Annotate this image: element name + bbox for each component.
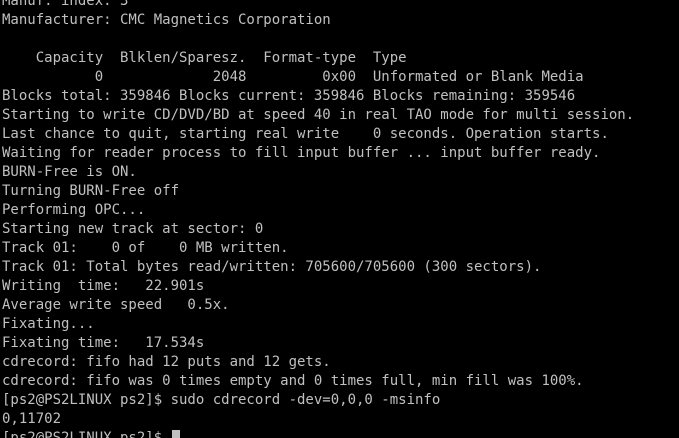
- output-line: Writing time: 22.901s: [2, 278, 205, 294]
- output-line: Capacity Blklen/Sparesz. Format-type Typ…: [2, 50, 407, 66]
- output-line: Fixating...: [2, 316, 95, 332]
- output-line: Average write speed 0.5x.: [2, 297, 230, 313]
- output-line: Track 01: 0 of 0 MB written.: [2, 240, 289, 256]
- output-line: BURN-Free is ON.: [2, 164, 137, 180]
- text-cursor: [171, 430, 180, 438]
- output-line: Blocks total: 359846 Blocks current: 359…: [2, 88, 576, 104]
- output-line: Last chance to quit, starting real write…: [2, 126, 609, 142]
- output-line: Starting new track at sector: 0: [2, 221, 264, 237]
- terminal-window[interactable]: Manuf. index: 3 Manufacturer: CMC Magnet…: [0, 0, 679, 438]
- output-line: Starting to write CD/DVD/BD at speed 40 …: [2, 107, 635, 123]
- output-line: 0 2048 0x00 Unformated or Blank Media: [2, 69, 584, 85]
- output-line: 0,11702: [2, 411, 62, 427]
- output-line: Manuf. index: 3: [2, 0, 129, 9]
- output-line: Waiting for reader process to fill input…: [2, 145, 601, 161]
- output-line: Turning BURN-Free off: [2, 183, 180, 199]
- output-line: Performing OPC...: [2, 202, 146, 218]
- output-line: cdrecord: fifo was 0 times empty and 0 t…: [2, 373, 584, 389]
- output-line: Fixating time: 17.534s: [2, 335, 205, 351]
- output-line: Track 01: Total bytes read/written: 7056…: [2, 259, 542, 275]
- shell-prompt: [ps2@PS2LINUX ps2]$: [2, 430, 171, 438]
- output-line: cdrecord: fifo had 12 puts and 12 gets.: [2, 354, 331, 370]
- output-line: Manufacturer: CMC Magnetics Corporation: [2, 12, 331, 28]
- prompt-line[interactable]: [ps2@PS2LINUX ps2]$: [2, 429, 180, 438]
- command-line: [ps2@PS2LINUX ps2]$ sudo cdrecord -dev=0…: [2, 392, 441, 408]
